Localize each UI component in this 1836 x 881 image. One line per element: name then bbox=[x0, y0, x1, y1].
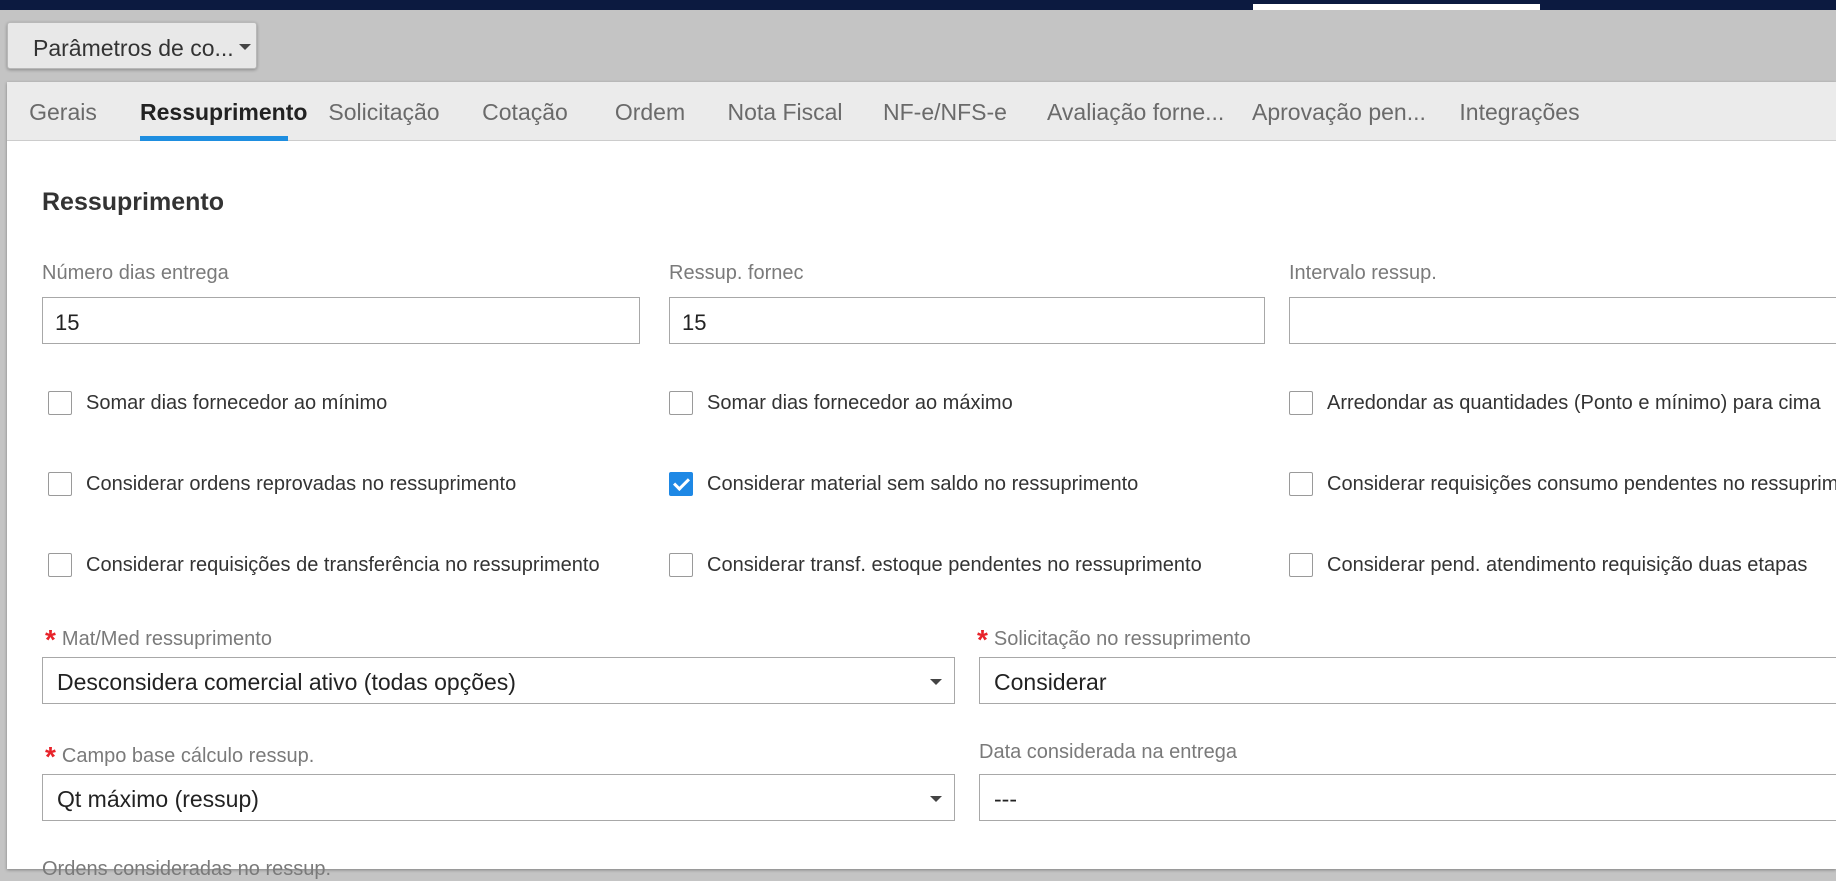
solicitacao-label: * Solicitação no ressuprimento bbox=[977, 620, 1251, 655]
top-bar bbox=[0, 0, 1836, 10]
tab-integracoes[interactable]: Integrações bbox=[1457, 82, 1582, 141]
data-entrega-label: Data considerada na entrega bbox=[979, 741, 1237, 763]
campo-base-label-text: Campo base cálculo ressup. bbox=[61, 745, 315, 767]
checkbox-arredondar[interactable] bbox=[1289, 391, 1313, 415]
checkbox-arredondar-label: Arredondar as quantidades (Ponto e mínim… bbox=[1327, 392, 1821, 414]
checkbox-requisicoes-consumo[interactable] bbox=[1289, 472, 1313, 496]
mat-med-label: * Mat/Med ressuprimento bbox=[45, 620, 272, 655]
section-title: Ressuprimento bbox=[42, 188, 224, 216]
campo-base-value: Qt máximo (ressup) bbox=[57, 786, 259, 812]
checkbox-somar-maximo-label: Somar dias fornecedor ao máximo bbox=[707, 392, 1013, 414]
chevron-down-icon bbox=[930, 679, 942, 685]
mat-med-select[interactable]: Desconsidera comercial ativo (todas opçõ… bbox=[42, 657, 955, 704]
checkbox-material-sem-saldo-label: Considerar material sem saldo no ressupr… bbox=[707, 473, 1139, 495]
ressup-fornec-label: Ressup. fornec bbox=[669, 262, 804, 284]
tab-aprovacao-pendente[interactable]: Aprovação pen... bbox=[1252, 82, 1426, 141]
checkbox-ordens-reprovadas-label: Considerar ordens reprovadas no ressupri… bbox=[86, 473, 517, 495]
required-asterisk: * bbox=[977, 624, 988, 655]
chevron-down-icon bbox=[239, 44, 251, 50]
checkbox-requisicoes-transferencia-label: Considerar requisições de transferência … bbox=[86, 554, 600, 576]
checkbox-pend-atendimento-label: Considerar pend. atendimento requisição … bbox=[1327, 554, 1808, 576]
intervalo-ressup-label: Intervalo ressup. bbox=[1289, 262, 1437, 284]
mat-med-label-text: Mat/Med ressuprimento bbox=[61, 628, 272, 650]
checkbox-requisicoes-consumo-label: Considerar requisições consumo pendentes… bbox=[1327, 473, 1836, 495]
page-dropdown[interactable]: Parâmetros de co... bbox=[7, 22, 257, 69]
tab-bar: Gerais Ressuprimento Solicitação Cotação… bbox=[7, 82, 1836, 141]
solicitacao-value: Considerar bbox=[994, 669, 1107, 695]
tab-cotacao[interactable]: Cotação bbox=[480, 82, 570, 141]
campo-base-select[interactable]: Qt máximo (ressup) bbox=[42, 774, 955, 821]
tab-ressuprimento[interactable]: Ressuprimento bbox=[140, 82, 307, 141]
tab-nota-fiscal[interactable]: Nota Fiscal bbox=[727, 82, 843, 141]
checkbox-transf-estoque[interactable] bbox=[669, 553, 693, 577]
checkbox-ordens-reprovadas[interactable] bbox=[48, 472, 72, 496]
page-dropdown-label: Parâmetros de co... bbox=[33, 35, 234, 61]
ressup-fornec-input[interactable]: 15 bbox=[669, 297, 1265, 344]
mat-med-value: Desconsidera comercial ativo (todas opçõ… bbox=[57, 669, 516, 695]
required-asterisk: * bbox=[45, 741, 56, 772]
numero-dias-entrega-label: Número dias entrega bbox=[42, 262, 229, 284]
checkbox-somar-minimo[interactable] bbox=[48, 391, 72, 415]
required-asterisk: * bbox=[45, 624, 56, 655]
ordens-consideradas-label: Ordens consideradas no ressup. bbox=[42, 858, 332, 880]
chevron-down-icon bbox=[930, 796, 942, 802]
tab-gerais[interactable]: Gerais bbox=[15, 82, 111, 141]
checkbox-requisicoes-transferencia[interactable] bbox=[48, 553, 72, 577]
solicitacao-select[interactable]: Considerar bbox=[979, 657, 1836, 704]
campo-base-label: * Campo base cálculo ressup. bbox=[45, 737, 315, 772]
checkbox-somar-maximo[interactable] bbox=[669, 391, 693, 415]
tab-ordem[interactable]: Ordem bbox=[605, 82, 695, 141]
tab-solicitacao[interactable]: Solicitação bbox=[323, 82, 445, 141]
data-entrega-value: --- bbox=[994, 786, 1017, 812]
tab-nfe-nfse[interactable]: NF-e/NFS-e bbox=[877, 82, 1013, 141]
checkbox-material-sem-saldo[interactable] bbox=[669, 472, 693, 496]
top-bar-highlight bbox=[1253, 4, 1540, 10]
checkbox-pend-atendimento[interactable] bbox=[1289, 553, 1313, 577]
checkbox-somar-minimo-label: Somar dias fornecedor ao mínimo bbox=[86, 392, 388, 414]
numero-dias-entrega-input[interactable]: 15 bbox=[42, 297, 640, 344]
data-entrega-select[interactable]: --- bbox=[979, 774, 1836, 821]
checkbox-transf-estoque-label: Considerar transf. estoque pendentes no … bbox=[707, 554, 1202, 576]
solicitacao-label-text: Solicitação no ressuprimento bbox=[993, 628, 1251, 650]
tab-avaliacao-fornecedor[interactable]: Avaliação forne... bbox=[1047, 82, 1224, 141]
intervalo-ressup-input[interactable] bbox=[1289, 297, 1836, 344]
